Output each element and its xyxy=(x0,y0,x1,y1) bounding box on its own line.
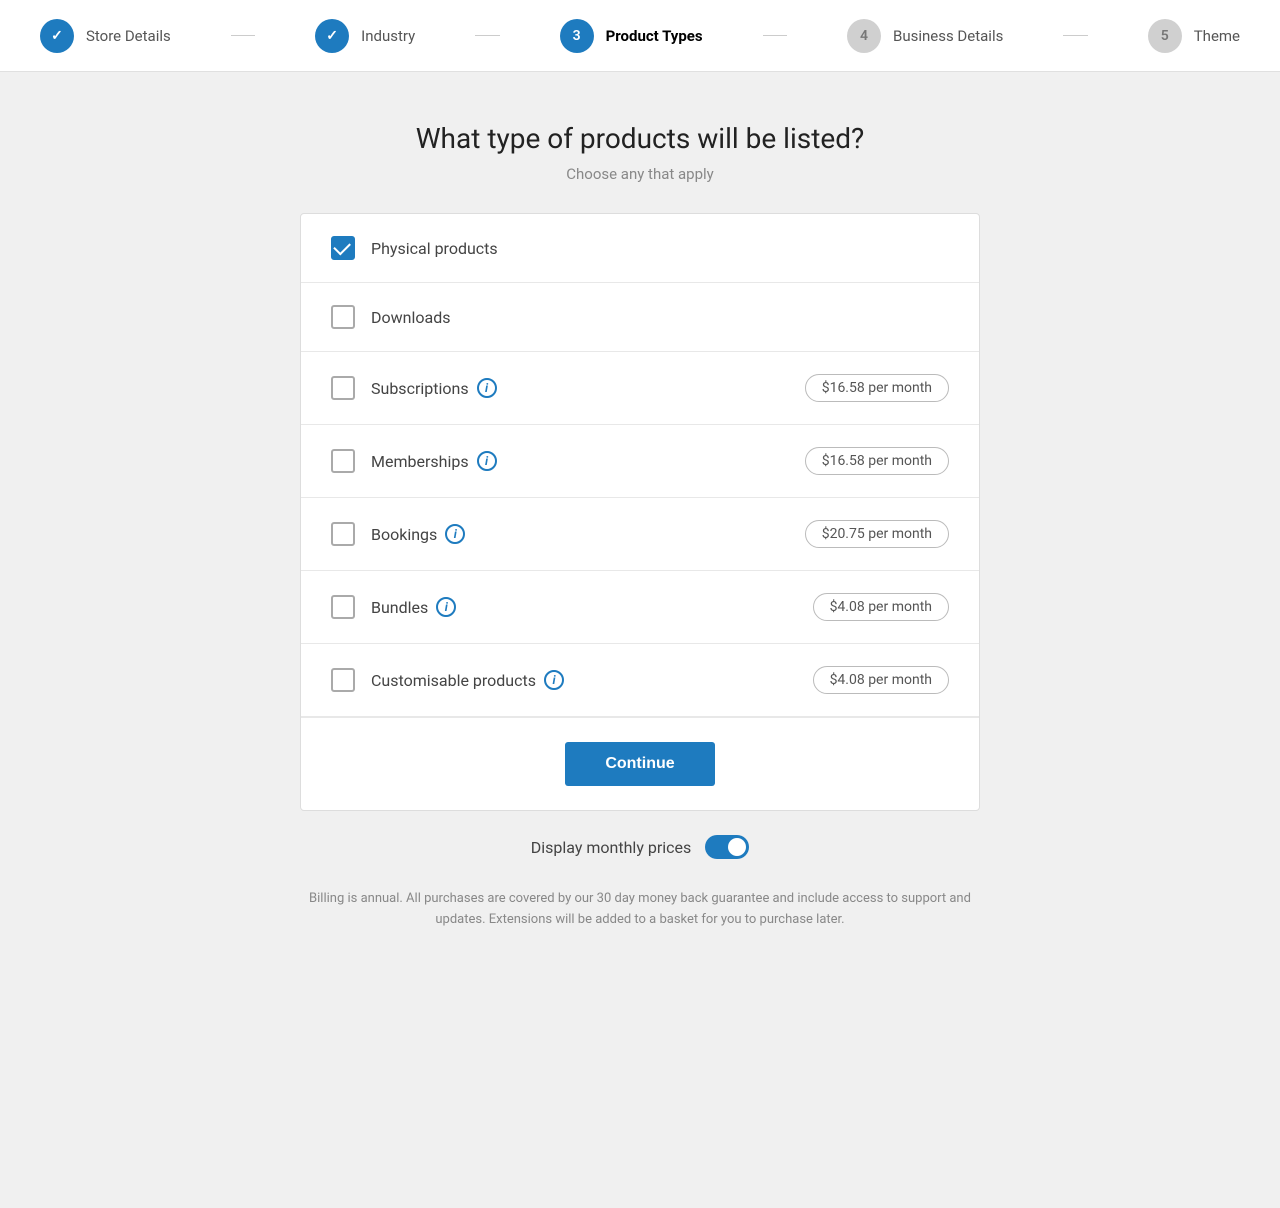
step-divider xyxy=(1063,35,1087,36)
step-label-industry: Industry xyxy=(361,27,415,45)
label-subscriptions: Subscriptionsi xyxy=(371,378,805,398)
price-badge-bookings: $20.75 per month xyxy=(805,520,949,548)
main-content: What type of products will be listed? Ch… xyxy=(0,72,1280,971)
page-title: What type of products will be listed? xyxy=(416,122,865,155)
info-icon-memberships[interactable]: i xyxy=(477,451,497,471)
step-business-details[interactable]: 4 Business Details xyxy=(847,19,1003,53)
step-label-product-types: Product Types xyxy=(606,27,703,45)
info-icon-bookings[interactable]: i xyxy=(445,524,465,544)
step-label-store-details: Store Details xyxy=(86,27,171,45)
toggle-row: Display monthly prices xyxy=(531,835,750,859)
info-icon-subscriptions[interactable]: i xyxy=(477,378,497,398)
label-physical: Physical products xyxy=(371,239,949,258)
label-bookings: Bookingsi xyxy=(371,524,805,544)
step-industry[interactable]: ✓ Industry xyxy=(315,19,415,53)
continue-button[interactable]: Continue xyxy=(565,742,714,786)
toggle-label: Display monthly prices xyxy=(531,838,692,857)
step-product-types[interactable]: 3 Product Types xyxy=(560,19,703,53)
toggle-knob xyxy=(728,838,746,856)
label-memberships: Membershipsi xyxy=(371,451,805,471)
footer-note: Billing is annual. All purchases are cov… xyxy=(300,889,980,931)
label-bundles: Bundlesi xyxy=(371,597,813,617)
product-row-memberships[interactable]: Membershipsi$16.58 per month xyxy=(301,425,979,498)
label-customisable: Customisable productsi xyxy=(371,670,813,690)
page-subtitle: Choose any that apply xyxy=(566,165,714,183)
info-icon-bundles[interactable]: i xyxy=(436,597,456,617)
step-icon-theme: 5 xyxy=(1148,19,1182,53)
step-icon-product-types: 3 xyxy=(560,19,594,53)
checkbox-customisable[interactable] xyxy=(331,668,355,692)
stepper: ✓ Store Details ✓ Industry 3 Product Types 4 Bu… xyxy=(0,0,1280,72)
price-badge-customisable: $4.08 per month xyxy=(813,666,949,694)
checkbox-physical[interactable] xyxy=(331,236,355,260)
step-icon-business-details: 4 xyxy=(847,19,881,53)
product-row-physical[interactable]: Physical products xyxy=(301,214,979,283)
price-badge-subscriptions: $16.58 per month xyxy=(805,374,949,402)
label-downloads: Downloads xyxy=(371,308,949,327)
step-label-theme: Theme xyxy=(1194,27,1240,45)
product-row-subscriptions[interactable]: Subscriptionsi$16.58 per month xyxy=(301,352,979,425)
step-divider xyxy=(231,35,255,36)
product-row-downloads[interactable]: Downloads xyxy=(301,283,979,352)
price-badge-memberships: $16.58 per month xyxy=(805,447,949,475)
monthly-prices-toggle[interactable] xyxy=(705,835,749,859)
product-row-customisable[interactable]: Customisable productsi$4.08 per month xyxy=(301,644,979,717)
step-divider xyxy=(475,35,499,36)
checkbox-downloads[interactable] xyxy=(331,305,355,329)
step-divider xyxy=(763,35,787,36)
product-row-bookings[interactable]: Bookingsi$20.75 per month xyxy=(301,498,979,571)
info-icon-customisable[interactable]: i xyxy=(544,670,564,690)
checkbox-subscriptions[interactable] xyxy=(331,376,355,400)
checkbox-bookings[interactable] xyxy=(331,522,355,546)
step-icon-store-details: ✓ xyxy=(40,19,74,53)
checkbox-memberships[interactable] xyxy=(331,449,355,473)
step-icon-industry: ✓ xyxy=(315,19,349,53)
price-badge-bundles: $4.08 per month xyxy=(813,593,949,621)
checkbox-bundles[interactable] xyxy=(331,595,355,619)
product-row-bundles[interactable]: Bundlesi$4.08 per month xyxy=(301,571,979,644)
step-store-details[interactable]: ✓ Store Details xyxy=(40,19,171,53)
continue-row: Continue xyxy=(301,717,979,810)
step-theme[interactable]: 5 Theme xyxy=(1148,19,1240,53)
product-types-card: Physical products Downloads Subscriptionsi… xyxy=(300,213,980,811)
step-label-business-details: Business Details xyxy=(893,27,1003,45)
